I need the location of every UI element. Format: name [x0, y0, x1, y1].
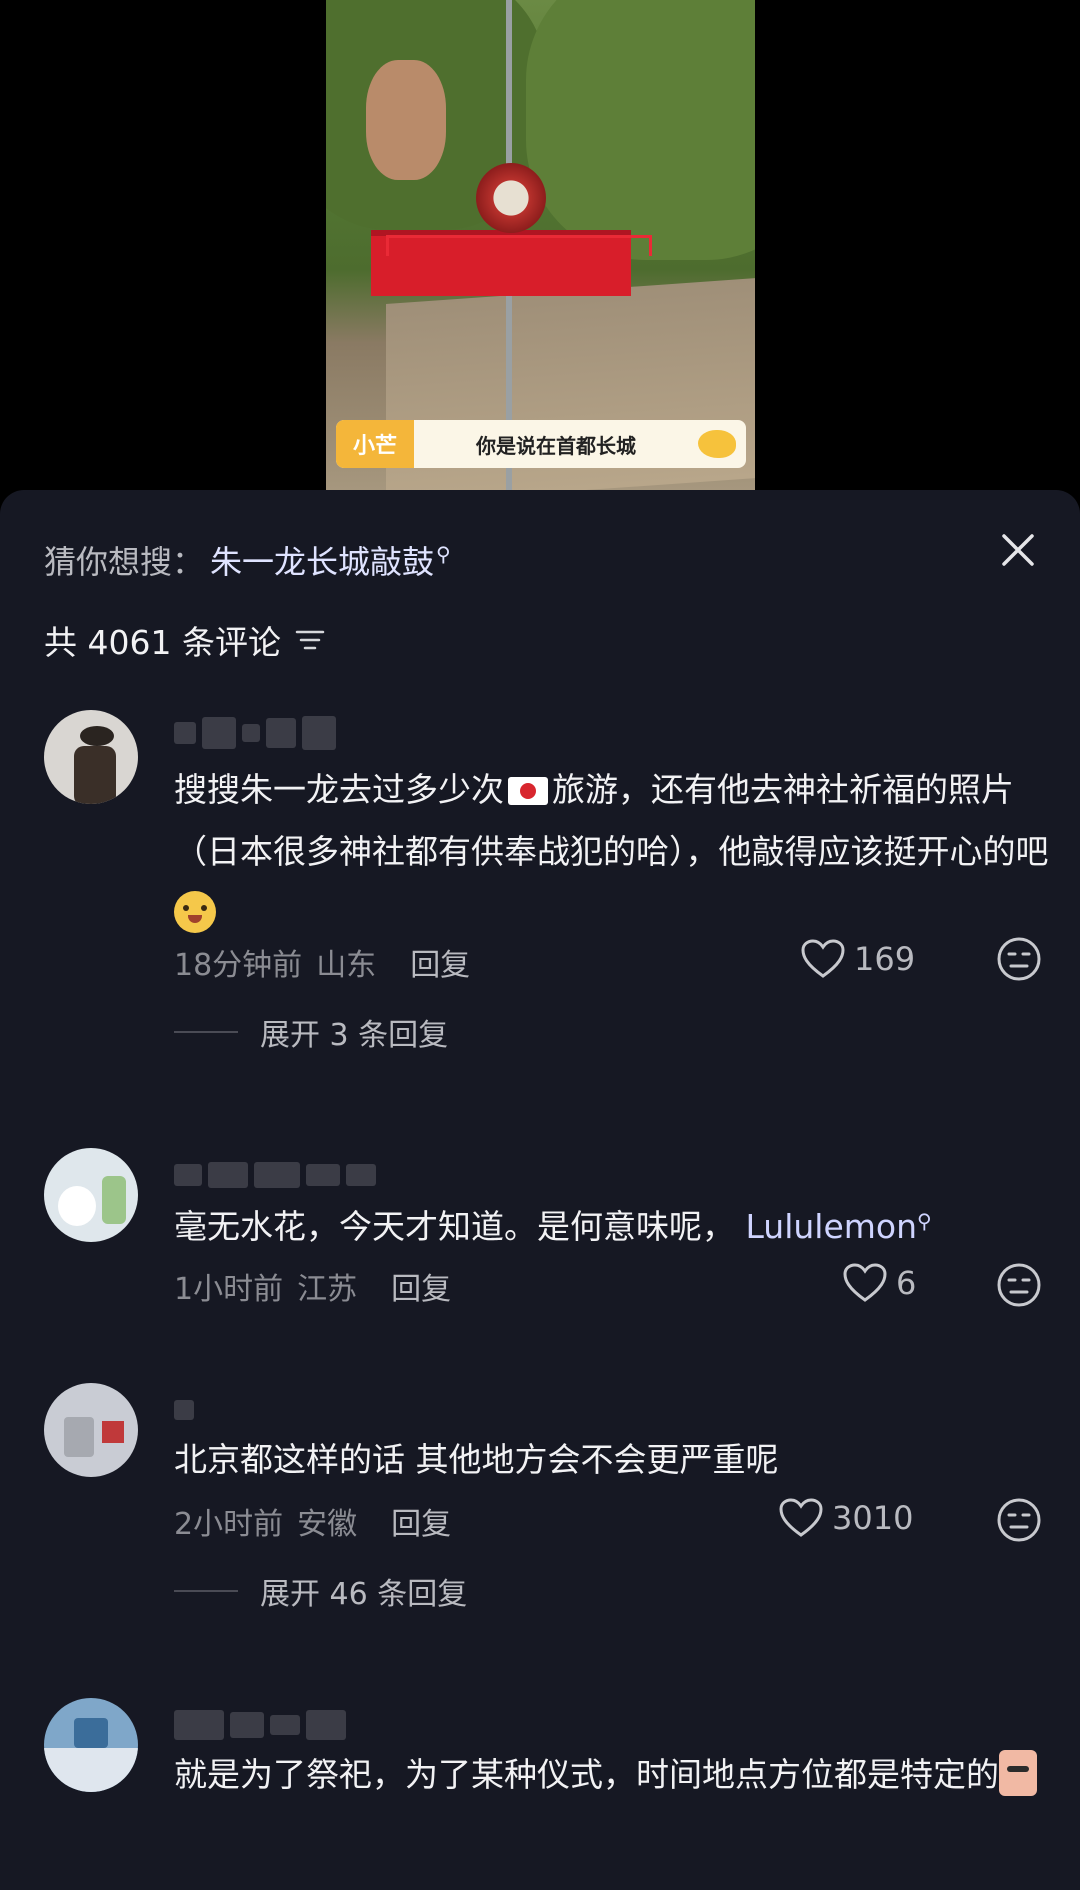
video-caption: 你是说在首都长城	[476, 433, 636, 458]
stage-railing	[386, 235, 652, 256]
mango-face-emoji	[174, 891, 216, 933]
avatar[interactable]	[44, 1148, 138, 1242]
username-redacted[interactable]	[174, 1708, 346, 1742]
comment-time: 1小时前	[174, 1272, 284, 1307]
video-frame[interactable]: 小芒 你是说在首都长城	[326, 0, 755, 490]
heart-icon	[779, 1498, 823, 1537]
video-caption-bar: 小芒 你是说在首都长城	[336, 420, 746, 468]
like-button[interactable]: 6	[842, 1262, 916, 1304]
comment-text: 毫无水花，今天才知道。是何意味呢， Lululemon⚲	[174, 1207, 932, 1246]
expand-replies-text: 展开 46 条回复	[260, 1577, 468, 1612]
comment-count-text: 共 4061 条评论	[44, 623, 281, 662]
rock-face	[366, 60, 446, 180]
avatar[interactable]	[44, 1383, 138, 1477]
close-icon[interactable]	[996, 528, 1040, 572]
comment-text: 搜搜朱一龙去过多少次 旅游，还有他去神社祈福的照片（日本很多神社都有供奉战犯的哈）…	[174, 759, 1054, 945]
video-player[interactable]: 小芒 你是说在首都长城	[0, 0, 1080, 490]
expand-replies-text: 展开 3 条回复	[260, 1018, 449, 1053]
like-count: 3010	[832, 1499, 914, 1537]
heart-icon	[801, 939, 845, 978]
comment-meta: 18分钟前 山东 回复	[174, 940, 470, 984]
dislike-face-icon[interactable]	[996, 1262, 1042, 1308]
dislike-face-icon[interactable]	[996, 1497, 1042, 1543]
comment-time: 18分钟前	[174, 948, 303, 983]
avatar[interactable]	[44, 1698, 138, 1792]
like-button[interactable]: 3010	[778, 1497, 913, 1539]
username-redacted[interactable]	[174, 1393, 194, 1427]
mountain-slope	[526, 0, 755, 260]
keyword-search-link[interactable]: Lululemon⚲	[746, 1207, 932, 1246]
like-button[interactable]: 169	[800, 938, 915, 980]
comment-text: 就是为了祭祀，为了某种仪式，时间地点方位都是特定的	[174, 1744, 1054, 1806]
reply-button[interactable]: 回复	[391, 1499, 451, 1543]
comment-count: 共 4061 条评论	[44, 616, 325, 664]
drum	[476, 163, 546, 233]
reply-button[interactable]: 回复	[391, 1264, 451, 1308]
comment-time: 2小时前	[174, 1507, 284, 1542]
suggest-label: 猜你想搜：	[44, 543, 205, 581]
reply-button[interactable]: 回复	[410, 940, 470, 984]
search-icon: ⚲	[436, 542, 451, 566]
comment-meta: 2小时前 安徽 回复	[174, 1499, 451, 1543]
like-count: 6	[896, 1264, 917, 1302]
brand-tag: 小芒	[336, 420, 414, 468]
dislike-face-icon[interactable]	[996, 936, 1042, 982]
heart-icon	[843, 1263, 887, 1302]
comment-panel: 猜你想搜： 朱一龙长城敲鼓 ⚲ 共 4061 条评论 搜搜朱一龙去过多少次 旅游，…	[0, 490, 1080, 1890]
face-emoji	[999, 1750, 1037, 1796]
comment-location: 江苏	[297, 1272, 358, 1307]
japan-flag-emoji	[508, 777, 548, 805]
username-redacted[interactable]	[174, 716, 336, 750]
expand-replies[interactable]: 展开 46 条回复	[174, 1569, 467, 1613]
username-redacted[interactable]	[174, 1158, 376, 1192]
like-count: 169	[854, 940, 916, 978]
comment-location: 安徽	[297, 1507, 358, 1542]
mango-icon	[698, 430, 736, 458]
suggest-keyword[interactable]: 朱一龙长城敲鼓	[210, 537, 434, 583]
avatar[interactable]	[44, 710, 138, 804]
expand-replies[interactable]: 展开 3 条回复	[174, 1010, 448, 1054]
sort-icon[interactable]	[295, 629, 325, 651]
comment-location: 山东	[316, 948, 377, 983]
comment-meta: 1小时前 江苏 回复	[174, 1264, 451, 1308]
comment-text: 北京都这样的话 其他地方会不会更严重呢	[174, 1440, 779, 1479]
search-icon: ⚲	[917, 1209, 932, 1233]
search-suggestion[interactable]: 猜你想搜： 朱一龙长城敲鼓 ⚲	[44, 537, 451, 583]
